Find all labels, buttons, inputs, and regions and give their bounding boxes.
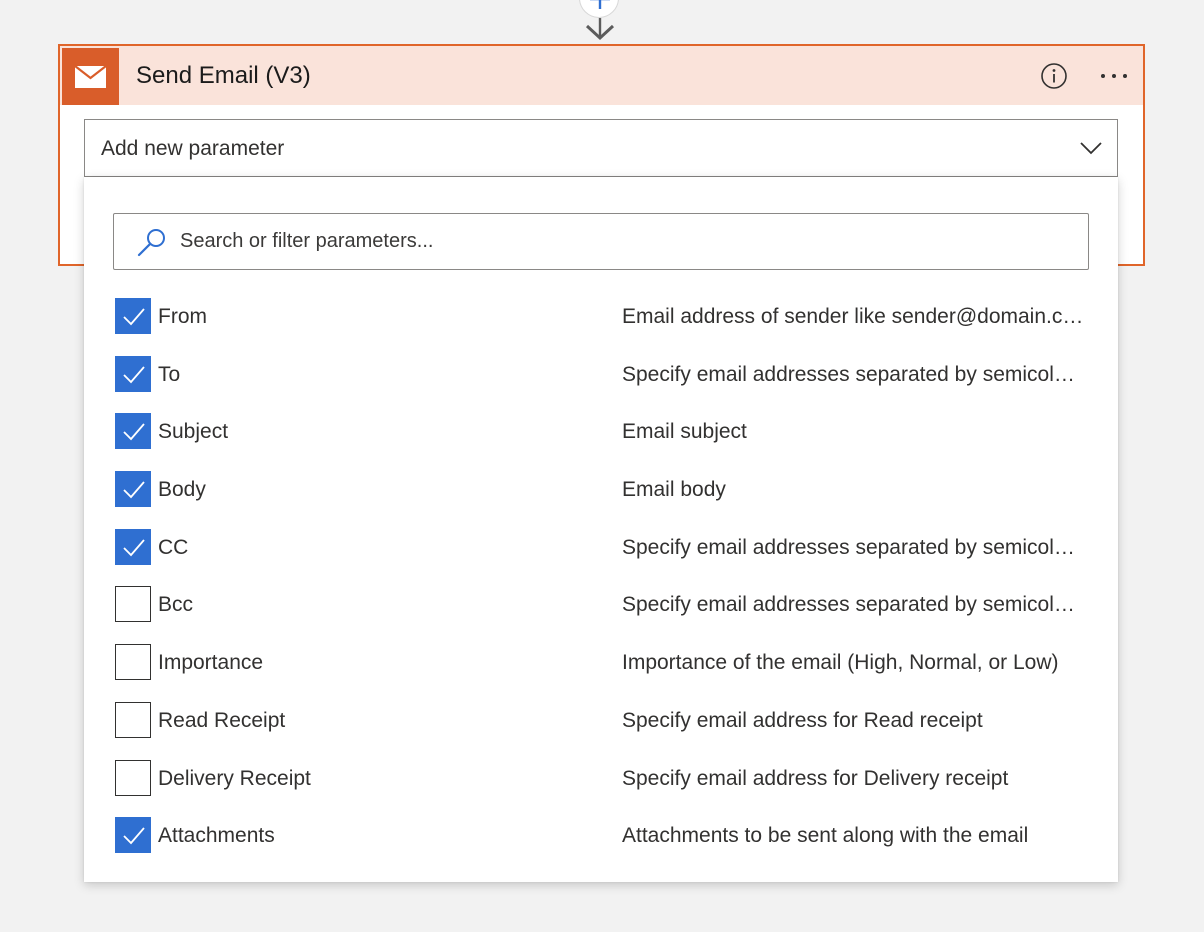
parameter-description: Specify email addresses separated by sem… [622, 362, 1086, 386]
parameter-description: Specify email addresses separated by sem… [622, 535, 1086, 559]
parameter-name: Subject [158, 420, 229, 444]
checkmark-icon [123, 539, 145, 557]
parameter-name: To [158, 362, 181, 386]
parameter-picker-panel: From Email address of sender like sender@… [84, 177, 1118, 882]
parameter-description: Email address of sender like sender@doma… [622, 305, 1086, 328]
search-icon [137, 229, 165, 257]
connector-icon-box [62, 48, 119, 105]
parameter-row[interactable]: Read Receipt Specify email address for Re… [84, 693, 1118, 751]
parameter-name: Read Receipt [158, 708, 286, 732]
checkmark-icon [123, 481, 145, 499]
parameter-list: From Email address of sender like sender@… [84, 289, 1118, 866]
parameter-checkbox[interactable] [115, 528, 151, 565]
parameter-description: Specify email address for Delivery recei… [622, 766, 1009, 790]
parameter-description: Email body [622, 478, 726, 502]
parameter-checkbox[interactable] [115, 701, 151, 738]
parameter-row[interactable]: Body Email body [84, 462, 1118, 520]
parameter-checkbox[interactable] [115, 471, 151, 508]
parameter-row[interactable]: From Email address of sender like sender@… [84, 289, 1118, 347]
parameter-name: Attachments [158, 824, 275, 848]
chevron-down-icon [1080, 142, 1102, 155]
parameter-name: From [158, 305, 207, 328]
add-new-parameter-dropdown[interactable]: Add new parameter [84, 119, 1118, 177]
more-icon[interactable] [1096, 62, 1132, 90]
parameter-checkbox[interactable] [115, 355, 151, 392]
parameter-name: CC [158, 535, 189, 559]
parameter-checkbox[interactable] [115, 817, 151, 854]
parameter-name: Bcc [158, 593, 194, 617]
parameter-checkbox[interactable] [115, 759, 151, 796]
checkmark-icon [123, 423, 145, 441]
plus-icon [590, 0, 610, 9]
dropdown-label: Add new parameter [101, 137, 285, 160]
parameter-checkbox[interactable] [115, 413, 151, 450]
parameter-row[interactable]: Delivery Receipt Specify email address fo… [84, 751, 1118, 809]
parameter-description: Email subject [622, 420, 747, 444]
parameter-row[interactable]: Bcc Specify email addresses separated by … [84, 577, 1118, 635]
info-icon[interactable] [1040, 62, 1068, 90]
parameter-checkbox[interactable] [115, 644, 151, 681]
parameter-name: Body [158, 478, 206, 502]
search-input[interactable] [180, 214, 1070, 269]
parameter-description: Specify email addresses separated by sem… [622, 593, 1086, 617]
add-step-button[interactable] [579, 0, 619, 18]
step-connector [579, 0, 621, 44]
parameter-description: Specify email address for Read receipt [622, 708, 983, 732]
parameter-name: Delivery Receipt [158, 766, 311, 790]
arrow-down-icon [585, 18, 615, 41]
parameter-name: Importance [158, 651, 264, 675]
parameter-description: Attachments to be sent along with the em… [622, 824, 1029, 848]
parameter-row[interactable]: Subject Email subject [84, 404, 1118, 462]
parameter-checkbox[interactable] [115, 586, 151, 623]
parameter-checkbox[interactable] [115, 298, 151, 334]
card-title: Send Email (V3) [136, 62, 311, 89]
card-header[interactable]: Send Email (V3) [60, 46, 1143, 105]
parameter-description: Importance of the email (High, Normal, o… [622, 651, 1059, 675]
checkmark-icon [123, 308, 145, 326]
parameter-row[interactable]: Importance Importance of the email (High,… [84, 635, 1118, 693]
parameter-row[interactable]: Attachments Attachments to be sent along … [84, 808, 1118, 866]
mail-icon [75, 66, 106, 88]
checkmark-icon [123, 827, 145, 845]
parameter-row[interactable]: To Specify email addresses separated by s… [84, 347, 1118, 405]
search-box[interactable] [113, 213, 1089, 270]
checkmark-icon [123, 366, 145, 384]
parameter-row[interactable]: CC Specify email addresses separated by s… [84, 520, 1118, 578]
